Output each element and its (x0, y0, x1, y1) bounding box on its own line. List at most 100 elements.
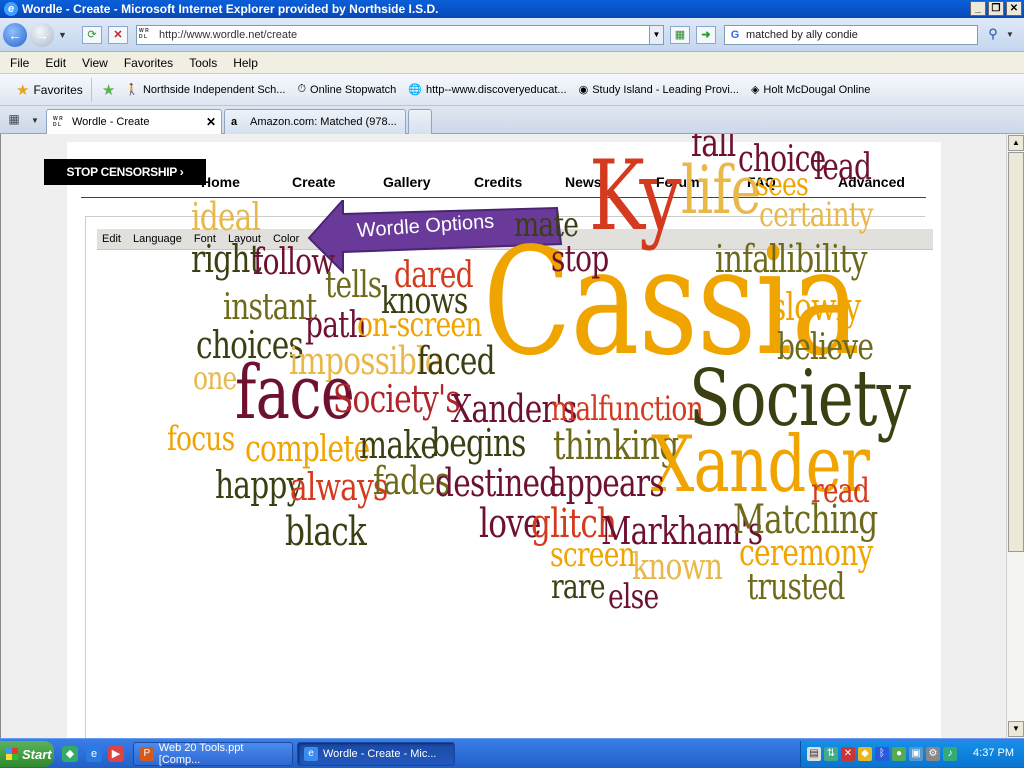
favorites-bar: ★ Favorites ★ 🚶 Northside Independent Sch… (0, 74, 1024, 106)
word-society-s: Society's (333, 377, 461, 421)
taskbar: Start ◆ e ▶ P Web 20 Tools.ppt [Comp... … (0, 738, 1024, 768)
search-input[interactable]: matched by ally condie (746, 29, 858, 41)
word-tells: tells (325, 265, 382, 306)
task-label: Wordle - Create - Mic... (323, 748, 437, 760)
search-box[interactable]: G matched by ally condie (724, 25, 978, 45)
scroll-up-icon[interactable]: ▲ (1008, 135, 1024, 151)
holt-icon: ◈ (750, 84, 760, 96)
windows-flag-icon (6, 748, 18, 760)
star-icon: ★ (16, 81, 30, 99)
add-to-favorites-icon[interactable]: ★ (102, 81, 115, 99)
back-button[interactable]: ← (3, 23, 27, 47)
word-right: right (191, 237, 262, 281)
compatibility-view-icon[interactable]: ▦ (670, 26, 690, 44)
minimize-button[interactable]: _ (970, 1, 986, 16)
word-else: else (608, 577, 659, 617)
window-title: Wordle - Create - Microsoft Internet Exp… (22, 2, 439, 16)
search-icon[interactable]: ⚲ (982, 26, 1004, 44)
word-follow: follow (253, 242, 335, 283)
vertical-scrollbar[interactable]: ▲ ▼ (1006, 134, 1024, 738)
quick-tabs-icon[interactable]: ▦ (4, 112, 24, 130)
scroll-down-icon[interactable]: ▼ (1008, 721, 1024, 737)
tab-amazon[interactable]: a Amazon.com: Matched (978... (224, 109, 406, 134)
wordle-favicon-icon: W RD L (139, 28, 149, 40)
search-options-dropdown-icon[interactable]: ▼ (1006, 30, 1014, 39)
maximize-button[interactable]: ❐ (988, 1, 1004, 16)
system-tray: ▤ ⇅ ✕ ◆ ᛒ ● ▣ ⚙ ♪ 4:37 PM (800, 741, 1024, 767)
task-label: Web 20 Tools.ppt [Comp... (158, 742, 244, 766)
word-infallibility: infallibility (715, 237, 867, 281)
task-powerpoint[interactable]: P Web 20 Tools.ppt [Comp... (133, 742, 293, 766)
menu-help[interactable]: Help (233, 56, 258, 70)
word-ideal: ideal (191, 195, 261, 239)
favorites-button[interactable]: ★ Favorites (8, 77, 92, 102)
powerpoint-icon: P (140, 747, 154, 761)
word-rare: rare (551, 567, 606, 607)
quicklaunch-ie-icon[interactable]: e (86, 746, 102, 762)
word-begins: begins (431, 421, 526, 465)
menu-favorites[interactable]: Favorites (124, 56, 173, 70)
tab-wordle-create[interactable]: W RD L Wordle - Create ✕ (46, 109, 222, 134)
address-bar[interactable]: W RD L http://www.wordle.net/create ▼ (136, 25, 664, 45)
quicklaunch-desktop-icon[interactable]: ◆ (62, 746, 78, 762)
scroll-thumb[interactable] (1008, 152, 1024, 552)
close-tab-icon[interactable]: ✕ (206, 115, 216, 129)
word-instant: instant (223, 287, 317, 328)
clock: 4:37 PM (973, 747, 1014, 759)
refresh-icon[interactable]: ⟳ (82, 26, 102, 44)
ie-logo-icon: e (4, 2, 18, 16)
tray-shield-icon[interactable]: ◆ (858, 747, 872, 761)
stopwatch-icon: ⏱ (297, 83, 307, 95)
fav-link-holt[interactable]: ◈ Holt McDougal Online (750, 83, 871, 97)
history-dropdown-icon[interactable]: ▼ (58, 30, 67, 40)
word-destined: destined (435, 461, 558, 505)
task-internet-explorer[interactable]: e Wordle - Create - Mic... (297, 742, 455, 766)
word-slowly: slowly (771, 285, 861, 329)
word-lead: lead (814, 147, 872, 188)
word-mate: mate (514, 205, 579, 245)
tray-status-icon[interactable]: ● (892, 747, 906, 761)
word-one: one (193, 359, 237, 397)
word-appears: appears (549, 461, 665, 505)
start-button[interactable]: Start (0, 741, 54, 767)
tray-volume-icon[interactable]: ♪ (943, 747, 957, 761)
globe-icon: 🌐 (408, 84, 422, 96)
word-faced: faced (417, 339, 496, 383)
tray-settings-icon[interactable]: ⚙ (926, 747, 940, 761)
fav-link-study-island[interactable]: ◉ Study Island - Leading Provi... (579, 83, 739, 97)
url-text[interactable]: http://www.wordle.net/create (159, 29, 649, 41)
fav-link-label: http--www.discoveryeducat... (425, 83, 567, 96)
person-icon: 🚶 (125, 84, 139, 96)
word-certainty: certainty (759, 195, 874, 235)
fav-link-label: Holt McDougal Online (763, 83, 871, 96)
tray-security-icon[interactable]: ✕ (841, 747, 855, 761)
tray-document-icon[interactable]: ▤ (807, 747, 821, 761)
menu-edit[interactable]: Edit (45, 56, 66, 70)
page-viewport: STOP CENSORSHIP › Home Create Gallery Cr… (0, 134, 1006, 738)
go-button[interactable]: ➜ (696, 26, 716, 44)
fav-link-stopwatch[interactable]: ⏱ Online Stopwatch (297, 83, 396, 96)
close-window-button[interactable]: ✕ (1006, 1, 1022, 16)
menu-file[interactable]: File (10, 56, 29, 70)
stop-icon[interactable]: ✕ (108, 26, 128, 44)
tray-bluetooth-icon[interactable]: ᛒ (875, 747, 889, 761)
menu-tools[interactable]: Tools (189, 56, 217, 70)
tray-network-icon[interactable]: ⇅ (824, 747, 838, 761)
word-fall: fall (691, 134, 736, 165)
fav-link-northside[interactable]: 🚶 Northside Independent Sch... (125, 83, 285, 97)
tab-bar: ▦ ▼ W RD L Wordle - Create ✕ a Amazon.co… (0, 106, 1024, 134)
fav-link-discovery[interactable]: 🌐 http--www.discoveryeducat... (408, 83, 567, 97)
new-tab-button[interactable] (408, 109, 432, 134)
tab-list-dropdown-icon[interactable]: ▼ (28, 112, 42, 130)
ie-icon: e (304, 747, 318, 761)
forward-button[interactable]: → (30, 23, 54, 47)
fav-link-label: Online Stopwatch (310, 83, 397, 96)
word-cloud: Cassia Ky life fall choice lead sees certainty i… (1, 134, 1006, 738)
url-dropdown-icon[interactable]: ▼ (649, 26, 663, 44)
menu-view[interactable]: View (82, 56, 108, 70)
word-focus: focus (167, 419, 235, 459)
word-stop: stop (551, 239, 609, 280)
menu-bar: File Edit View Favorites Tools Help (0, 52, 1024, 74)
tray-monitor-icon[interactable]: ▣ (909, 747, 923, 761)
quicklaunch-media-icon[interactable]: ▶ (108, 746, 124, 762)
